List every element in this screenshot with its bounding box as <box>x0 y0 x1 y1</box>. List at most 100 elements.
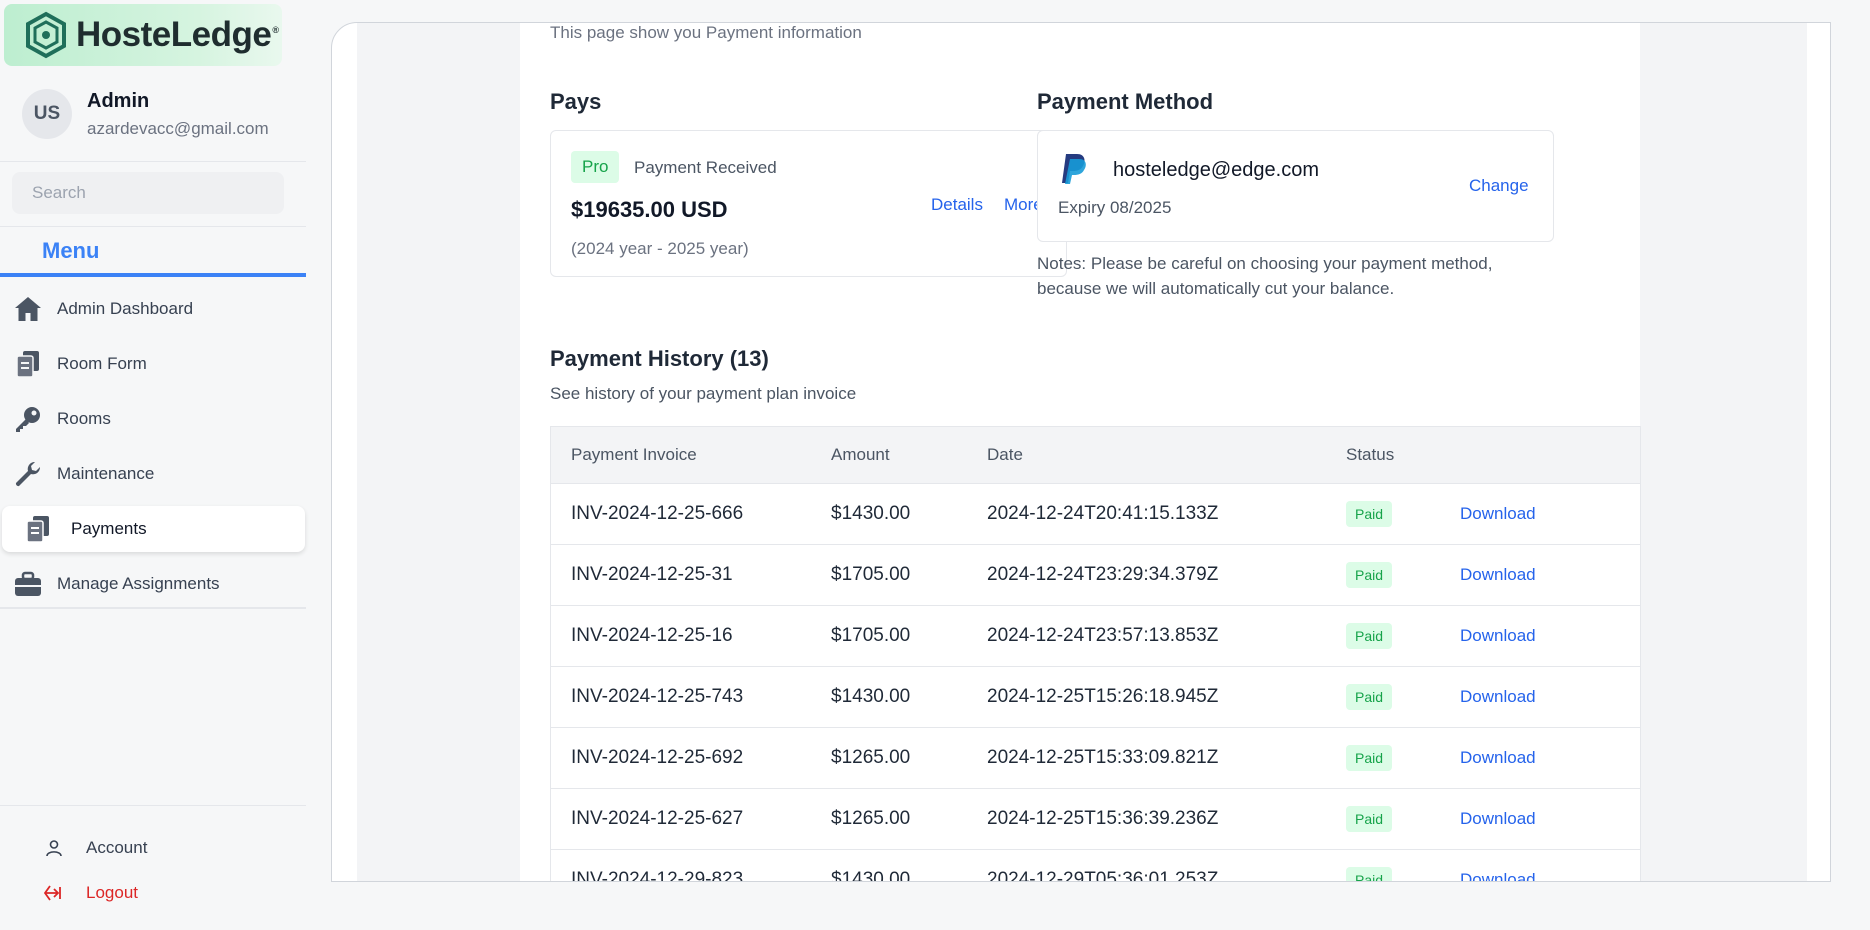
clipboard-icon <box>23 514 53 544</box>
sidebar-item-label: Room Form <box>57 354 147 373</box>
logout-icon <box>42 881 66 905</box>
clipboard-icon <box>13 349 43 379</box>
menu-title: Menu <box>42 238 100 263</box>
download-link[interactable]: Download <box>1460 870 1536 881</box>
download-link[interactable]: Download <box>1460 809 1536 828</box>
table-row: INV-2024-12-25-627 $1265.00 2024-12-25T1… <box>551 788 1640 850</box>
status-badge: Paid <box>1346 501 1393 527</box>
sidebar-item-label: Rooms <box>57 409 111 428</box>
download-link[interactable]: Download <box>1460 748 1536 767</box>
payment-history-title: Payment History (13) <box>550 346 769 371</box>
sidebar-item-label: Manage Assignments <box>57 574 220 593</box>
download-link[interactable]: Download <box>1460 687 1536 706</box>
amount-cell: $1705.00 <box>831 605 987 667</box>
home-icon <box>13 294 43 324</box>
payment-method-card: hosteledge@edge.com Expiry 08/2025 Chang… <box>1037 130 1554 242</box>
column-header <box>1460 427 1640 484</box>
date-cell: 2024-12-24T23:57:13.853Z <box>987 605 1346 667</box>
payment-status: Payment Received <box>634 158 777 177</box>
date-cell: 2024-12-25T15:33:09.821Z <box>987 727 1346 789</box>
sidebar-item-rooms[interactable]: Rooms <box>0 396 306 442</box>
status-badge: Paid <box>1346 684 1393 710</box>
pays-period: (2024 year - 2025 year) <box>571 239 749 258</box>
sidebar-item-manage-assignments[interactable]: Manage Assignments <box>0 561 306 609</box>
invoice-cell: INV-2024-12-25-627 <box>551 788 831 850</box>
user-email: azardevacc@gmail.com <box>87 118 269 138</box>
amount-cell: $1265.00 <box>831 788 987 850</box>
payment-history-table: Payment Invoice Amount Date Status INV-2… <box>550 426 1641 881</box>
column-header: Amount <box>831 427 987 484</box>
paypal-icon <box>1060 153 1088 190</box>
invoice-cell: INV-2024-12-25-666 <box>551 483 831 545</box>
logout-link[interactable]: Logout <box>42 881 138 905</box>
table-row: INV-2024-12-29-823 $1430.00 2024-12-29T0… <box>551 849 1640 881</box>
amount-cell: $1430.00 <box>831 849 987 881</box>
table-row: INV-2024-12-25-743 $1430.00 2024-12-25T1… <box>551 666 1640 728</box>
date-cell: 2024-12-24T23:29:34.379Z <box>987 544 1346 606</box>
amount-cell: $1430.00 <box>831 666 987 728</box>
details-link[interactable]: Details <box>931 195 983 215</box>
payment-method-title: Payment Method <box>1037 89 1214 114</box>
sidebar: HosteLedge® US Admin azardevacc@gmail.co… <box>0 0 306 930</box>
date-cell: 2024-12-29T05:36:01.253Z <box>987 849 1346 881</box>
status-badge: Paid <box>1346 623 1393 649</box>
logout-label: Logout <box>86 883 138 902</box>
column-header: Status <box>1346 427 1460 484</box>
amount-cell: $1265.00 <box>831 727 987 789</box>
divider <box>0 805 306 806</box>
plan-badge: Pro <box>571 151 620 183</box>
payment-notes: Notes: Please be careful on choosing you… <box>1037 254 1493 298</box>
invoice-cell: INV-2024-12-25-743 <box>551 666 831 728</box>
invoice-cell: INV-2024-12-25-16 <box>551 605 831 667</box>
brand-logo[interactable]: HosteLedge® <box>4 4 282 66</box>
user-profile: US Admin azardevacc@gmail.com <box>22 89 269 139</box>
invoice-cell: INV-2024-12-25-31 <box>551 544 831 606</box>
pays-title: Pays <box>550 89 602 114</box>
sidebar-item-label: Maintenance <box>57 464 155 483</box>
briefcase-icon <box>13 569 43 599</box>
table-header-row: Payment Invoice Amount Date Status <box>551 427 1640 484</box>
table-row: INV-2024-12-25-31 $1705.00 2024-12-24T23… <box>551 544 1640 606</box>
sidebar-item-room-form[interactable]: Room Form <box>0 341 306 387</box>
divider <box>0 161 306 162</box>
account-label: Account <box>86 838 148 857</box>
key-icon <box>13 404 43 434</box>
column-header: Payment Invoice <box>551 427 831 484</box>
invoice-cell: INV-2024-12-29-823 <box>551 849 831 881</box>
pays-card: Pro Payment Received $19635.00 USD (2024… <box>550 130 1067 277</box>
page-subtitle: This page show you Payment information <box>550 23 862 42</box>
table-row: INV-2024-12-25-16 $1705.00 2024-12-24T23… <box>551 605 1640 667</box>
account-link[interactable]: Account <box>42 836 147 860</box>
menu-underline <box>0 273 306 277</box>
wrench-icon <box>13 459 43 489</box>
sidebar-item-admin-dashboard[interactable]: Admin Dashboard <box>0 286 306 332</box>
sidebar-item-maintenance[interactable]: Maintenance <box>0 451 306 497</box>
brand-name: HosteLedge® <box>76 15 279 54</box>
date-cell: 2024-12-25T15:36:39.236Z <box>987 788 1346 850</box>
date-cell: 2024-12-25T15:26:18.945Z <box>987 666 1346 728</box>
search-input[interactable] <box>12 172 284 214</box>
user-name: Admin <box>87 89 150 112</box>
sidebar-item-label: Payments <box>71 519 147 538</box>
amount-cell: $1705.00 <box>831 544 987 606</box>
hosteledge-logo-icon <box>26 11 66 59</box>
payment-method-expiry: Expiry 08/2025 <box>1058 198 1172 217</box>
date-cell: 2024-12-24T20:41:15.133Z <box>987 483 1346 545</box>
payment-history-subtitle: See history of your payment plan invoice <box>550 384 857 403</box>
download-link[interactable]: Download <box>1460 565 1536 584</box>
main-frame: This page show you Payment information P… <box>331 22 1831 882</box>
status-badge: Paid <box>1346 867 1393 881</box>
payments-card: This page show you Payment information P… <box>520 23 1641 881</box>
avatar: US <box>22 89 72 139</box>
user-icon <box>42 836 66 860</box>
sidebar-item-payments[interactable]: Payments <box>2 506 305 552</box>
payment-method-email: hosteledge@edge.com <box>1113 159 1319 181</box>
invoice-cell: INV-2024-12-25-692 <box>551 727 831 789</box>
change-payment-method-link[interactable]: Change <box>1469 176 1529 196</box>
download-link[interactable]: Download <box>1460 626 1536 645</box>
download-link[interactable]: Download <box>1460 504 1536 523</box>
pays-amount: $19635.00 USD <box>571 197 728 222</box>
sidebar-item-label: Admin Dashboard <box>57 299 194 318</box>
status-badge: Paid <box>1346 745 1393 771</box>
table-row: INV-2024-12-25-666 $1430.00 2024-12-24T2… <box>551 483 1640 545</box>
